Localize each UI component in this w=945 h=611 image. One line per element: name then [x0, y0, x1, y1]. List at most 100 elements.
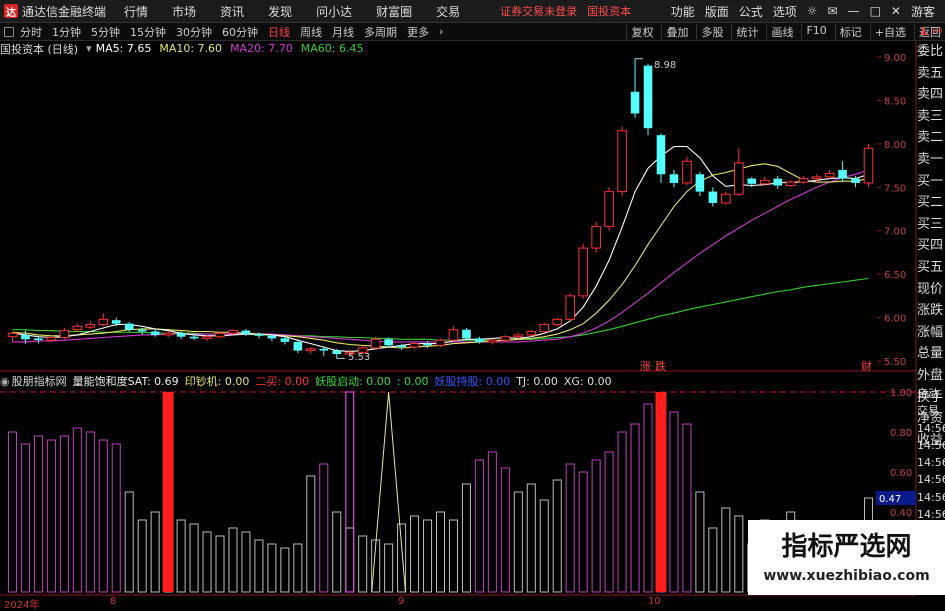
marker-zhang: 涨: [640, 360, 651, 373]
price-tick-label: 5.50: [884, 357, 906, 368]
trade-row: 自动: [917, 387, 939, 400]
sat-bar: [423, 519, 433, 593]
sat-bar: [708, 527, 718, 593]
candle-up: [591, 225, 601, 249]
sat-bar: [539, 499, 549, 593]
candle-up: [513, 334, 524, 338]
candle-down: [397, 345, 406, 348]
watermark-url: www.xuezhibiao.com: [763, 568, 930, 584]
kline-chart[interactable]: 9.00 8.50 8.00 7.50 7.00 6.50 6.00 5.50 1.00 0.80…: [0, 0, 945, 609]
sat-bar: [72, 427, 82, 593]
candle-up: [824, 172, 835, 178]
sat-bar: [33, 435, 43, 593]
quote-label: 涨跌: [917, 303, 944, 319]
sat-bar: [124, 491, 134, 593]
candle-up: [72, 325, 83, 331]
yinchaoji-spike: [371, 391, 406, 593]
candle-down: [254, 334, 264, 336]
candle-down: [669, 174, 679, 183]
candle-down: [708, 191, 718, 203]
sat-bar: [306, 475, 316, 593]
candle-up: [617, 130, 627, 193]
trade-row: 14:56: [917, 438, 945, 452]
quote-label: 外盘: [917, 367, 944, 383]
quote-label: 卖二: [917, 130, 944, 146]
quote-label: 卖三: [917, 108, 944, 124]
indicator-current-value: 0.47: [879, 494, 901, 505]
candle-down: [656, 135, 666, 175]
sat-bar: [526, 483, 536, 593]
candle-down: [319, 348, 329, 351]
candle-up: [552, 318, 563, 326]
price-tick-label: 7.50: [884, 183, 906, 194]
mode-letter: L: [921, 25, 929, 38]
sat-bar: [474, 459, 484, 593]
sat-bar: [565, 463, 575, 593]
sat-bar: [46, 439, 56, 593]
sat-bar: [176, 519, 186, 593]
sat-bar: [721, 507, 731, 593]
quote-label: 买三: [917, 216, 944, 232]
candle-down: [643, 65, 653, 129]
candles: [7, 58, 874, 359]
indicator-legend: ◉ 股朋指标网 量能饱和度SAT: 0.69 印钞机: 0.00 二买: 0.0…: [0, 374, 618, 389]
candle-up: [721, 193, 731, 204]
sat-bar: [319, 463, 329, 593]
sat-bar: [448, 519, 458, 593]
indicator-tick-label: 0.80: [890, 428, 912, 439]
candle-up: [682, 160, 692, 184]
trade-row: 14:56: [917, 490, 945, 504]
sat-bar: [98, 439, 108, 593]
quote-label: 买二: [917, 195, 944, 211]
candle-up: [863, 147, 874, 184]
signal-red-bar: [655, 392, 667, 592]
sat-bar: [59, 435, 69, 593]
candle-up: [500, 336, 511, 341]
price-tick-label: 9.00: [884, 53, 906, 64]
ermai-value: 二买: 0.00: [255, 375, 310, 388]
sat-bar: [487, 451, 497, 593]
price-tick-label: 8.50: [884, 96, 906, 107]
candle-down: [150, 331, 160, 335]
candle-down: [137, 329, 147, 332]
signal-red-bar: [162, 392, 174, 592]
price-axis: 9.00 8.50 8.00 7.50 7.00 6.50 6.00 5.50 1.00 0.80…: [876, 53, 916, 559]
sat-bar: [461, 483, 471, 593]
x-month-10: 10: [648, 596, 661, 607]
sat-bar: [215, 535, 225, 593]
marker-die: 跌: [655, 359, 666, 373]
candle-down: [851, 178, 860, 183]
x-month-8: 8: [110, 596, 117, 607]
xg-value: XG: 0.00: [563, 374, 612, 388]
sat-bar: [358, 535, 368, 593]
sat-bar: [617, 431, 627, 593]
sat-bar: [20, 443, 30, 593]
x-month-9: 9: [398, 596, 405, 607]
candle-down: [423, 343, 432, 346]
candle-down: [176, 333, 186, 337]
candle-up: [798, 178, 809, 183]
candle-down: [124, 323, 134, 330]
candle-down: [111, 320, 121, 324]
sat-bar: [552, 479, 562, 593]
yinchaoji-value: 印钞机: 0.00: [184, 375, 250, 388]
separator-value: : 0.00: [396, 374, 429, 388]
quote-label: 买五: [917, 259, 944, 275]
candle-up: [487, 339, 498, 343]
price-tick-label: 8.00: [884, 140, 906, 151]
sat-bar: [280, 547, 290, 593]
candle-up: [85, 324, 96, 328]
candle-down: [280, 338, 290, 342]
candle-up: [202, 336, 212, 339]
indicator-settings-icon[interactable]: ◉: [0, 375, 10, 388]
high-price-label: 8.98: [654, 60, 676, 71]
candle-down: [293, 341, 303, 351]
mode-number: 300: [931, 28, 943, 35]
sat-bar: [604, 451, 614, 593]
sat-bar: [682, 423, 692, 593]
candle-up: [98, 318, 109, 326]
candle-up: [526, 330, 537, 336]
candle-up: [435, 339, 446, 346]
trade-row: 14:56: [917, 456, 945, 470]
marker-cai: 财: [861, 359, 872, 373]
